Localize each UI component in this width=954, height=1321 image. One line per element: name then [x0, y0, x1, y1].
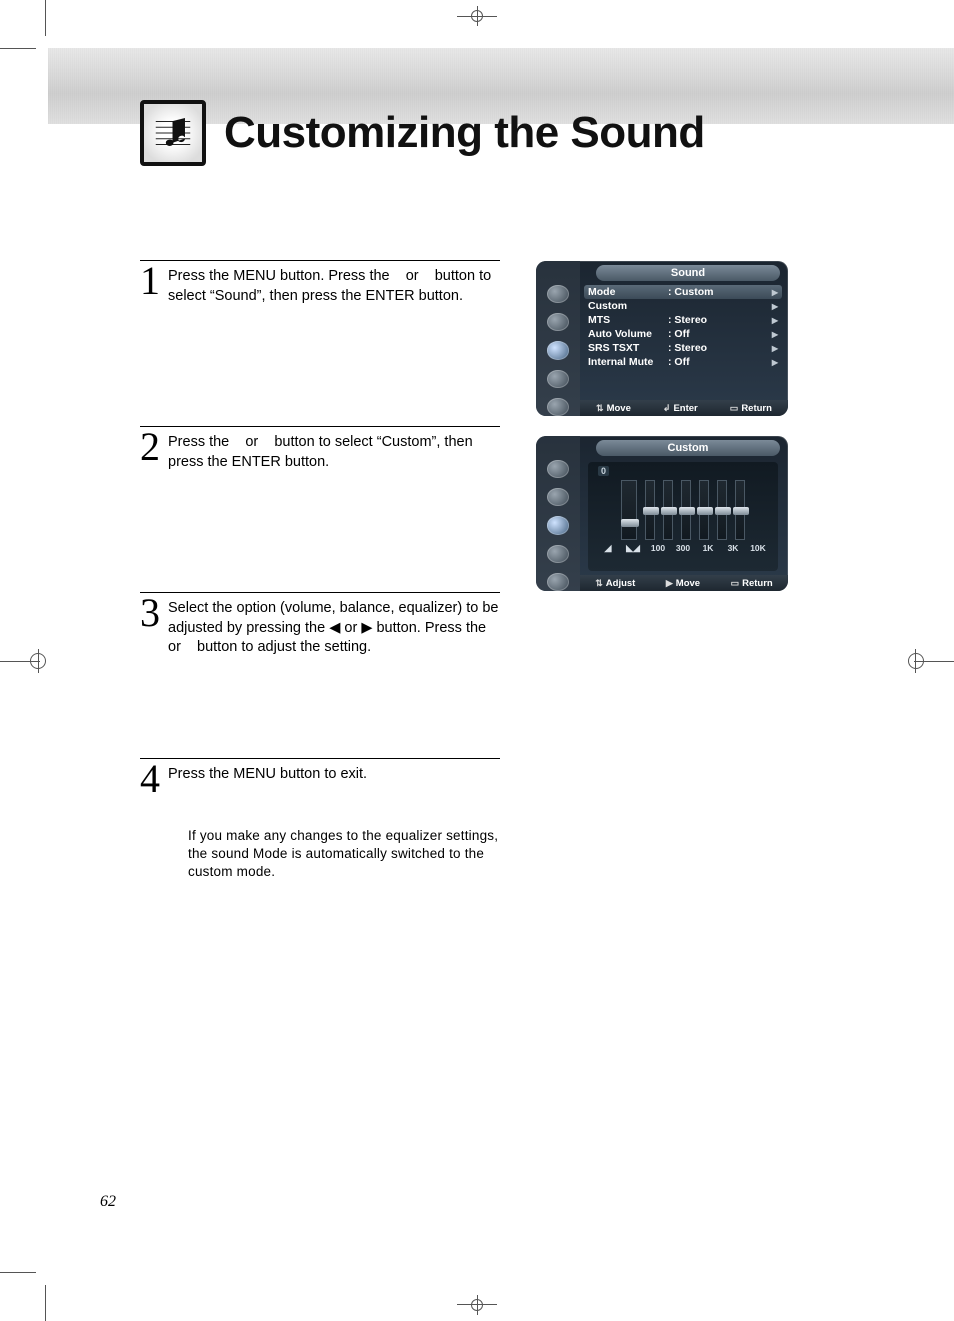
osd-custom-menu: Custom 0 ◢ ◣◢ 100 300 1K 3K 10K ⇅Adjust … — [536, 436, 788, 591]
updown-icon: ⇅ — [595, 578, 603, 589]
step-1: 1 Press the MENU button. Press the or bu… — [140, 260, 500, 306]
row-label: Custom — [588, 300, 668, 312]
page-title: Customizing the Sound — [224, 108, 705, 158]
row-label: Mode — [588, 286, 668, 298]
menu-row-internal-mute: Internal Mute : Off ▶ — [584, 355, 782, 369]
crop-mark — [45, 1285, 46, 1321]
note-text: If you make any changes to the equalizer… — [188, 827, 508, 882]
eq-slider-3k — [717, 480, 727, 540]
step-text: Press the MENU button to exit. — [168, 763, 367, 795]
osd-footer: ⇅Adjust ▶Move ▭Return — [580, 575, 788, 591]
row-value: : Stereo — [668, 314, 772, 326]
osd-sidebar — [536, 436, 580, 591]
volume-icon: ◢ — [599, 543, 617, 554]
step-3: 3 Select the option (volume, balance, eq… — [140, 592, 500, 658]
return-icon: ▭ — [731, 578, 740, 589]
step-number: 1 — [140, 265, 160, 306]
title-row: Customizing the Sound — [140, 100, 864, 166]
sidebar-icon — [547, 285, 569, 303]
sidebar-icon — [547, 370, 569, 388]
step-4: 4 Press the MENU button to exit. — [140, 758, 500, 795]
eq-band-label: 300 — [674, 543, 692, 554]
osd-sidebar — [536, 261, 580, 416]
page-number: 62 — [100, 1193, 116, 1211]
crop-mark — [45, 0, 46, 36]
row-value: : Off — [668, 356, 772, 368]
step-text: Select the option (volume, balance, equa… — [168, 597, 500, 658]
eq-band-label: 10K — [749, 543, 767, 554]
equalizer-area: 0 ◢ ◣◢ 100 300 1K 3K 10K — [588, 462, 778, 571]
eq-slider-1k — [699, 480, 709, 540]
step-text: Press the or button to select “Custom”, … — [168, 431, 500, 472]
row-value: : Stereo — [668, 342, 772, 354]
sidebar-icon — [547, 313, 569, 331]
step-text: Press the MENU button. Press the or butt… — [168, 265, 500, 306]
updown-icon: ⇅ — [596, 403, 604, 414]
menu-row-mts: MTS : Stereo ▶ — [584, 313, 782, 327]
footer-return: Return — [742, 578, 773, 589]
eq-slider-volume — [621, 480, 637, 540]
balance-icon: ◣◢ — [624, 543, 642, 554]
step-number: 4 — [140, 763, 160, 795]
eq-slider-100 — [663, 480, 673, 540]
row-label: Internal Mute — [588, 356, 668, 368]
eq-band-label: 100 — [649, 543, 667, 554]
step-number: 2 — [140, 431, 160, 472]
chevron-right-icon: ▶ — [772, 288, 778, 297]
row-label: SRS TSXT — [588, 342, 668, 354]
osd-menu-list: Mode : Custom ▶ Custom ▶ MTS : Stereo ▶ … — [584, 285, 782, 369]
sidebar-icon — [547, 460, 569, 478]
chevron-right-icon: ▶ — [772, 358, 778, 367]
chevron-right-icon: ▶ — [772, 330, 778, 339]
eq-level-indicator: 0 — [598, 466, 609, 476]
crop-mark — [0, 1272, 36, 1273]
row-value: : Custom — [668, 286, 772, 298]
eq-band-label: 3K — [724, 543, 742, 554]
footer-move: Move — [607, 403, 631, 414]
chevron-right-icon: ▶ — [772, 316, 778, 325]
osd-title: Sound — [596, 265, 780, 281]
sidebar-icon — [547, 545, 569, 563]
chevron-right-icon: ▶ — [772, 344, 778, 353]
menu-row-srs: SRS TSXT : Stereo ▶ — [584, 341, 782, 355]
eq-slider-300 — [681, 480, 691, 540]
menu-row-auto-volume: Auto Volume : Off ▶ — [584, 327, 782, 341]
eq-sliders — [594, 468, 772, 540]
sidebar-icon — [547, 398, 569, 416]
crop-mark — [0, 48, 36, 49]
sidebar-icon — [547, 488, 569, 506]
chevron-right-icon: ▶ — [772, 302, 778, 311]
footer-return: Return — [741, 403, 772, 414]
menu-row-mode: Mode : Custom ▶ — [584, 285, 782, 299]
return-icon: ▭ — [730, 403, 739, 414]
step-2: 2 Press the or button to select “Custom”… — [140, 426, 500, 472]
eq-band-labels: ◢ ◣◢ 100 300 1K 3K 10K — [594, 543, 772, 554]
footer-adjust: Adjust — [606, 578, 636, 589]
footer-enter: Enter — [673, 403, 697, 414]
right-icon: ▶ — [666, 578, 673, 589]
eq-band-label: 1K — [699, 543, 717, 554]
osd-footer: ⇅Move ↲Enter ▭Return — [580, 400, 788, 416]
eq-slider-10k — [735, 480, 745, 540]
eq-slider-balance — [645, 480, 655, 540]
osd-sound-menu: Sound Mode : Custom ▶ Custom ▶ MTS : Ste… — [536, 261, 788, 416]
sidebar-icon — [547, 573, 569, 591]
footer-move: Move — [676, 578, 700, 589]
row-value: : Off — [668, 328, 772, 340]
sidebar-icon-selected — [547, 341, 569, 359]
enter-icon: ↲ — [663, 403, 671, 414]
osd-title: Custom — [596, 440, 780, 456]
menu-row-custom: Custom ▶ — [584, 299, 782, 313]
step-number: 3 — [140, 597, 160, 658]
row-label: MTS — [588, 314, 668, 326]
row-label: Auto Volume — [588, 328, 668, 340]
sidebar-icon-selected — [547, 516, 569, 534]
music-note-icon — [140, 100, 206, 166]
